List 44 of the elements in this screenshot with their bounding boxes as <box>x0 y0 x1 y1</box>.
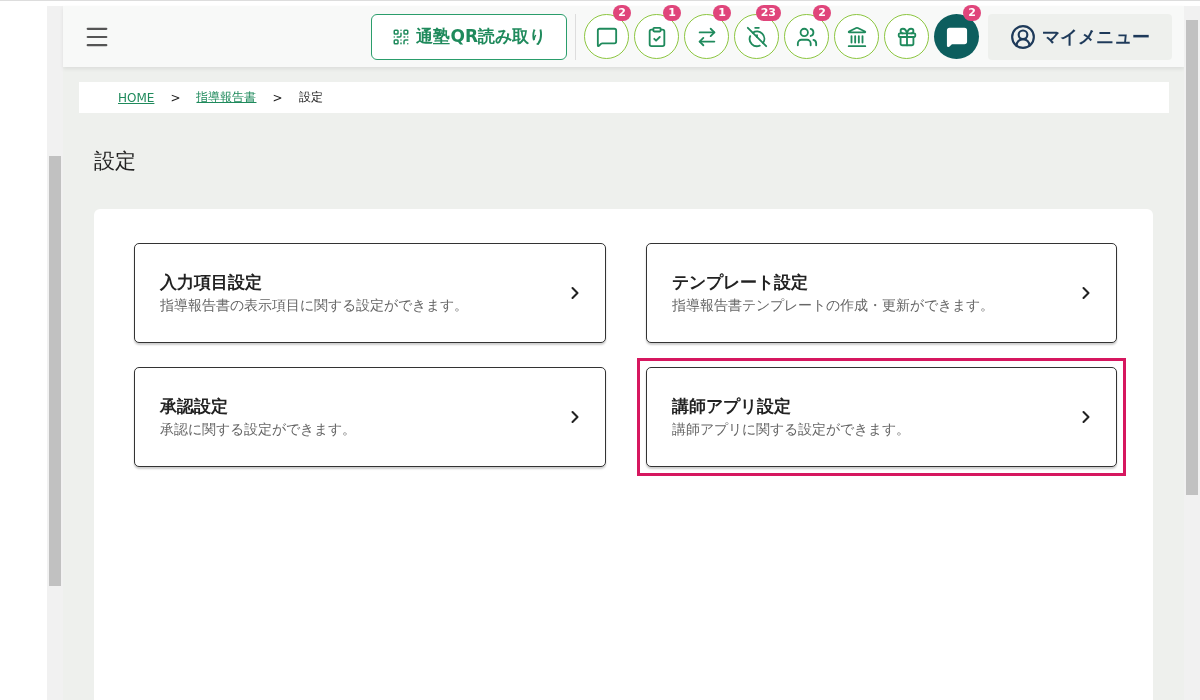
my-menu-button[interactable]: マイメニュー <box>988 13 1172 60</box>
qr-icon <box>392 27 411 46</box>
round-icon-button[interactable] <box>934 14 979 59</box>
chat-icon <box>945 25 968 48</box>
card-title: 承認設定 <box>160 395 229 418</box>
bank-icon <box>845 25 868 48</box>
settings-card[interactable]: 入力項目設定 指導報告書の表示項目に関する設定ができます。 <box>134 243 606 343</box>
round-icon-button[interactable] <box>684 14 729 59</box>
count-badge: 2 <box>813 5 831 21</box>
settings-card[interactable]: 講師アプリ設定 講師アプリに関する設定ができます。 <box>645 367 1117 467</box>
round-icon-button[interactable] <box>734 14 779 59</box>
count-badge: 23 <box>755 5 781 21</box>
scrollbar[interactable] <box>1184 6 1200 700</box>
gift-icon <box>895 25 918 48</box>
group-icon <box>795 25 818 48</box>
count-badge: 2 <box>613 5 631 21</box>
timer-off-icon <box>745 25 768 48</box>
speech-bubble-icon <box>595 25 618 48</box>
card-title: 入力項目設定 <box>160 271 263 294</box>
breadcrumb-text: > <box>272 90 283 105</box>
round-icon-button[interactable] <box>584 14 629 59</box>
breadcrumb-text: > <box>170 90 181 105</box>
round-icon-button[interactable] <box>834 14 879 59</box>
qr-scan-button[interactable]: 通塾QR読み取り <box>371 13 567 60</box>
settings-card[interactable]: 承認設定 承認に関する設定ができます。 <box>134 367 606 467</box>
settings-card[interactable]: テンプレート設定 指導報告書テンプレートの作成・更新ができます。 <box>645 243 1117 343</box>
breadcrumb-link[interactable]: HOME <box>118 90 155 105</box>
card-description: 指導報告書の表示項目に関する設定ができます。 <box>160 297 469 315</box>
count-badge: 1 <box>663 5 681 21</box>
count-badge: 1 <box>713 5 731 21</box>
card-description: 講師アプリに関する設定ができます。 <box>671 421 911 439</box>
user-icon <box>1010 23 1036 50</box>
card-title: 講師アプリ設定 <box>671 395 792 418</box>
page-title: 設定 <box>94 148 137 175</box>
round-icon-button[interactable] <box>784 14 829 59</box>
count-badge: 2 <box>963 5 981 21</box>
card-title: テンプレート設定 <box>671 271 809 294</box>
breadcrumb-link[interactable]: 指導報告書 <box>196 89 257 106</box>
scrollbar[interactable] <box>47 6 63 700</box>
breadcrumb-text: 設定 <box>298 89 323 106</box>
card-description: 指導報告書テンプレートの作成・更新ができます。 <box>671 297 995 315</box>
round-icon-button[interactable] <box>884 14 929 59</box>
round-icon-button[interactable] <box>634 14 679 59</box>
card-description: 承認に関する設定ができます。 <box>160 421 357 439</box>
